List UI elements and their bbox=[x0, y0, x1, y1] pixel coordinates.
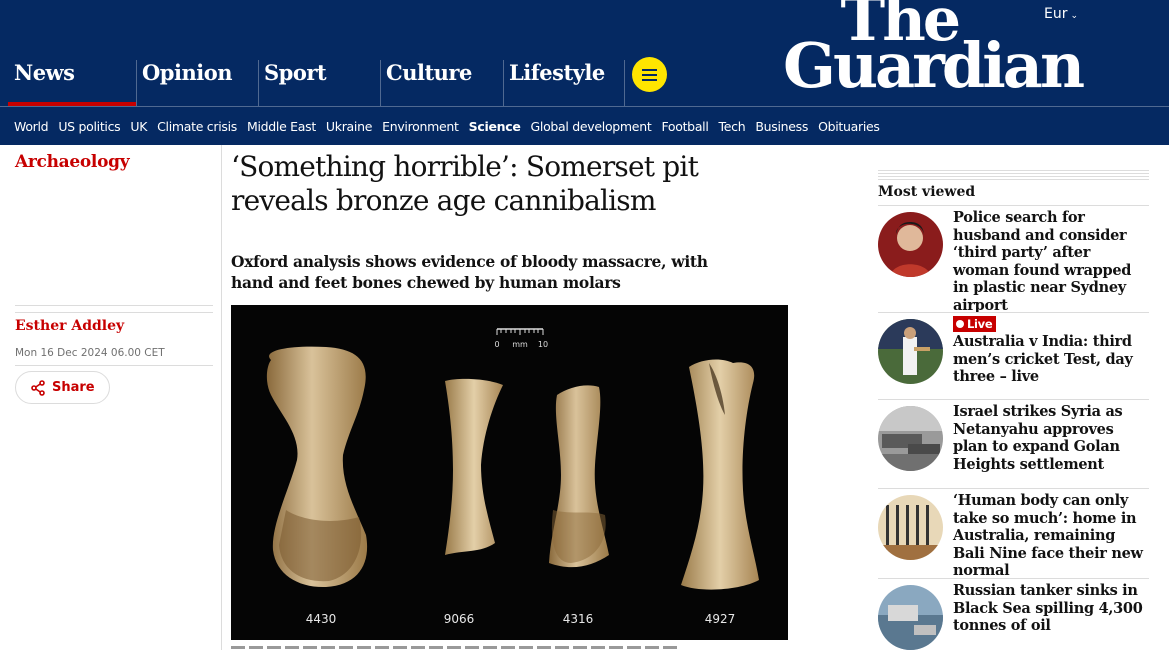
column-divider bbox=[221, 145, 222, 650]
subnav-item-climate-crisis[interactable]: Climate crisis bbox=[157, 119, 237, 134]
section-link[interactable]: Archaeology bbox=[15, 152, 130, 172]
most-viewed-rules bbox=[878, 170, 1149, 182]
bone-9066 bbox=[445, 378, 503, 555]
subnav-list: World US politics UK Climate crisis Middle E… bbox=[14, 119, 890, 134]
thumbnail bbox=[878, 212, 943, 277]
pillar-news-label: News bbox=[14, 60, 75, 85]
most-viewed-headline: Israel strikes Syria as Netanyahu approv… bbox=[953, 403, 1123, 473]
live-label: Live bbox=[967, 317, 993, 331]
pillar-divider bbox=[380, 60, 381, 106]
thumbnail bbox=[878, 495, 943, 560]
byline-divider bbox=[15, 305, 213, 313]
bones-photo: 0 mm 10 4430 9066 4316 4927 bbox=[266, 328, 759, 626]
scale-unit-label: mm bbox=[512, 340, 528, 349]
most-viewed-item[interactable]: Israel strikes Syria as Netanyahu approv… bbox=[878, 399, 1149, 488]
publish-date: Mon 16 Dec 2024 06.00 CET bbox=[15, 347, 165, 359]
subnav-item-science[interactable]: Science bbox=[469, 119, 521, 134]
most-viewed-headline: ‘Human body can only take so much’: home… bbox=[953, 492, 1143, 579]
bone-label: 4316 bbox=[563, 612, 594, 626]
pillar-divider bbox=[258, 60, 259, 106]
bone-label: 9066 bbox=[444, 612, 475, 626]
subnav-item-football[interactable]: Football bbox=[661, 119, 708, 134]
author-link[interactable]: Esther Addley bbox=[15, 318, 124, 334]
most-viewed-title: Most viewed bbox=[878, 184, 976, 200]
logo-line-2: Guardian bbox=[783, 29, 1085, 102]
subnav-item-tech[interactable]: Tech bbox=[719, 119, 746, 134]
scale-bar: 0 mm 10 bbox=[494, 328, 548, 349]
subnav-item-business[interactable]: Business bbox=[755, 119, 808, 134]
hamburger-icon bbox=[642, 68, 657, 71]
image-caption bbox=[231, 644, 681, 650]
live-badge: Live bbox=[953, 316, 997, 332]
scale-max-label: 10 bbox=[538, 340, 548, 349]
subnav-item-world[interactable]: World bbox=[14, 119, 49, 134]
hamburger-icon bbox=[642, 73, 657, 76]
pillar-opinion[interactable]: Opinion bbox=[136, 60, 232, 106]
subnav-item-obituaries[interactable]: Obituaries bbox=[818, 119, 880, 134]
hamburger-icon bbox=[642, 78, 657, 81]
caption-cutoff bbox=[231, 646, 681, 649]
share-label: Share bbox=[52, 380, 95, 395]
thumbnail bbox=[878, 585, 943, 650]
pillar-culture-label: Culture bbox=[386, 60, 472, 85]
most-viewed-headline: Russian tanker sinks in Black Sea spilli… bbox=[953, 582, 1143, 634]
date-divider bbox=[15, 365, 213, 366]
article-headline: ‘Something horrible’: Somerset pit revea… bbox=[231, 150, 699, 217]
subnav-item-ukraine[interactable]: Ukraine bbox=[326, 119, 372, 134]
pillar-opinion-label: Opinion bbox=[142, 60, 232, 85]
most-viewed-item[interactable]: Russian tanker sinks in Black Sea spilli… bbox=[878, 578, 1149, 650]
pillar-sport-label: Sport bbox=[264, 60, 327, 85]
subnav-item-global-development[interactable]: Global development bbox=[531, 119, 652, 134]
masthead: News Opinion Sport Culture Lifestyle Eur… bbox=[0, 0, 1169, 106]
share-icon bbox=[31, 379, 45, 396]
menu-button[interactable] bbox=[632, 57, 667, 92]
article-standfirst: Oxford analysis shows evidence of bloody… bbox=[231, 252, 708, 292]
subnav-item-middle-east[interactable]: Middle East bbox=[247, 119, 316, 134]
guardian-logo[interactable]: The Guardian bbox=[783, 0, 1085, 102]
sub-navigation: World US politics UK Climate crisis Middle E… bbox=[0, 106, 1169, 145]
subnav-item-environment[interactable]: Environment bbox=[382, 119, 459, 134]
pillar-divider bbox=[136, 60, 137, 106]
pillar-news[interactable]: News bbox=[8, 60, 136, 106]
bone-label: 4430 bbox=[306, 612, 337, 626]
pillar-lifestyle-label: Lifestyle bbox=[509, 60, 605, 85]
pillar-lifestyle[interactable]: Lifestyle bbox=[503, 60, 605, 106]
most-viewed-headline: Police search for husband and consider ‘… bbox=[953, 209, 1132, 314]
subnav-item-uk[interactable]: UK bbox=[130, 119, 147, 134]
share-button[interactable]: Share bbox=[15, 371, 110, 404]
pillar-sport[interactable]: Sport bbox=[258, 60, 327, 106]
hero-image[interactable]: 0 mm 10 4430 9066 4316 4927 bbox=[231, 305, 788, 640]
pillar-divider bbox=[624, 60, 625, 106]
live-dot-icon bbox=[956, 320, 964, 328]
subnav-item-us-politics[interactable]: US politics bbox=[58, 119, 120, 134]
most-viewed-item[interactable]: Live Australia v India: third men’s cric… bbox=[878, 312, 1149, 399]
most-viewed-headline: Australia v India: third men’s cricket T… bbox=[953, 333, 1133, 385]
scale-min-label: 0 bbox=[494, 340, 499, 349]
pillar-culture[interactable]: Culture bbox=[380, 60, 472, 106]
most-viewed-item[interactable]: Police search for husband and consider ‘… bbox=[878, 205, 1149, 314]
thumbnail bbox=[878, 406, 943, 471]
most-viewed-headline-block: Live Australia v India: third men’s cric… bbox=[953, 315, 1149, 386]
most-viewed-item[interactable]: ‘Human body can only take so much’: home… bbox=[878, 488, 1149, 579]
bone-label: 4927 bbox=[705, 612, 736, 626]
thumbnail bbox=[878, 319, 943, 384]
pillar-divider bbox=[503, 60, 504, 106]
